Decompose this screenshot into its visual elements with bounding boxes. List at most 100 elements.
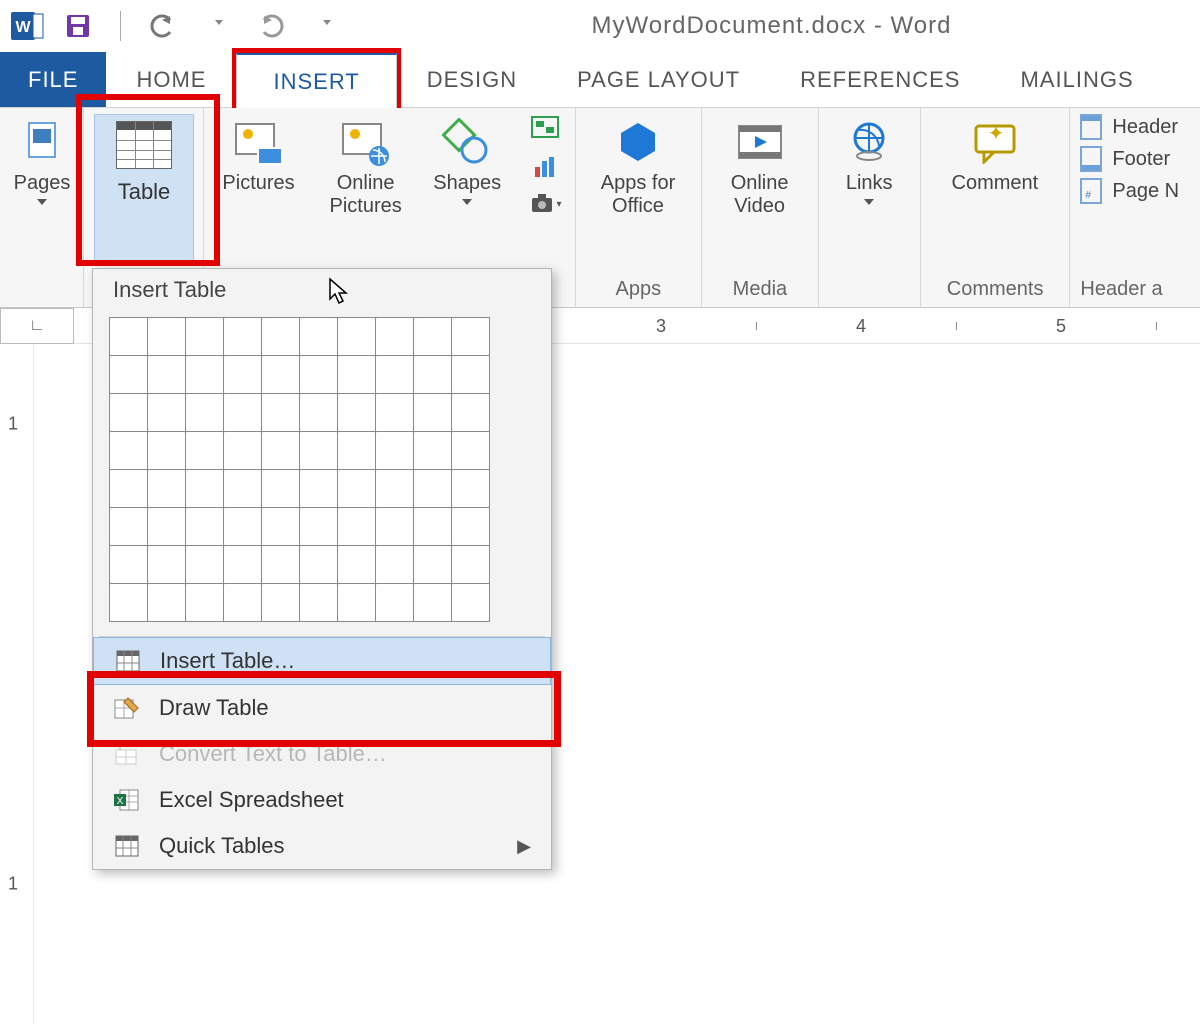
- grid-cell[interactable]: [110, 432, 148, 470]
- grid-cell[interactable]: [148, 508, 186, 546]
- menu-excel-spreadsheet[interactable]: X Excel Spreadsheet: [93, 777, 551, 823]
- comment-button[interactable]: ✦ Comment: [931, 114, 1059, 195]
- grid-cell[interactable]: [262, 432, 300, 470]
- grid-cell[interactable]: [452, 470, 490, 508]
- grid-cell[interactable]: [110, 318, 148, 356]
- grid-cell[interactable]: [148, 546, 186, 584]
- grid-cell[interactable]: [376, 432, 414, 470]
- online-video-button[interactable]: Online Video: [712, 114, 808, 218]
- grid-cell[interactable]: [262, 356, 300, 394]
- grid-cell[interactable]: [338, 508, 376, 546]
- grid-cell[interactable]: [186, 318, 224, 356]
- page-number-button[interactable]: #Page N: [1080, 178, 1190, 204]
- grid-cell[interactable]: [338, 356, 376, 394]
- smartart-button[interactable]: [528, 114, 562, 142]
- shapes-button[interactable]: Shapes: [428, 114, 506, 205]
- grid-cell[interactable]: [148, 584, 186, 622]
- grid-cell[interactable]: [148, 356, 186, 394]
- grid-cell[interactable]: [338, 470, 376, 508]
- grid-cell[interactable]: [224, 470, 262, 508]
- grid-cell[interactable]: [452, 546, 490, 584]
- tab-design[interactable]: DESIGN: [397, 52, 547, 107]
- tab-home[interactable]: HOME: [106, 52, 236, 107]
- grid-cell[interactable]: [110, 508, 148, 546]
- grid-cell[interactable]: [300, 394, 338, 432]
- pages-button[interactable]: Pages: [10, 114, 74, 205]
- grid-cell[interactable]: [262, 584, 300, 622]
- grid-cell[interactable]: [376, 546, 414, 584]
- grid-cell[interactable]: [300, 318, 338, 356]
- table-button[interactable]: Table: [94, 114, 194, 262]
- grid-cell[interactable]: [148, 394, 186, 432]
- grid-cell[interactable]: [262, 508, 300, 546]
- grid-cell[interactable]: [300, 546, 338, 584]
- grid-cell[interactable]: [186, 432, 224, 470]
- grid-cell[interactable]: [300, 432, 338, 470]
- grid-cell[interactable]: [376, 394, 414, 432]
- menu-quick-tables[interactable]: Quick Tables ▶: [93, 823, 551, 869]
- online-pictures-button[interactable]: Online Pictures: [321, 114, 410, 218]
- grid-cell[interactable]: [338, 584, 376, 622]
- grid-cell[interactable]: [224, 356, 262, 394]
- tab-page-layout[interactable]: PAGE LAYOUT: [547, 52, 770, 107]
- grid-cell[interactable]: [262, 546, 300, 584]
- grid-cell[interactable]: [262, 394, 300, 432]
- grid-cell[interactable]: [300, 356, 338, 394]
- grid-cell[interactable]: [376, 508, 414, 546]
- grid-cell[interactable]: [224, 546, 262, 584]
- grid-cell[interactable]: [414, 584, 452, 622]
- grid-cell[interactable]: [414, 508, 452, 546]
- grid-cell[interactable]: [186, 394, 224, 432]
- grid-cell[interactable]: [186, 584, 224, 622]
- grid-cell[interactable]: [338, 432, 376, 470]
- grid-cell[interactable]: [452, 508, 490, 546]
- grid-cell[interactable]: [338, 394, 376, 432]
- menu-draw-table[interactable]: Draw Table: [93, 685, 551, 731]
- grid-cell[interactable]: [300, 508, 338, 546]
- tab-selector[interactable]: ∟: [0, 308, 74, 344]
- grid-cell[interactable]: [414, 546, 452, 584]
- grid-cell[interactable]: [376, 584, 414, 622]
- grid-cell[interactable]: [186, 546, 224, 584]
- vertical-ruler[interactable]: 1 1: [0, 344, 34, 1024]
- grid-cell[interactable]: [300, 470, 338, 508]
- grid-cell[interactable]: [414, 318, 452, 356]
- grid-cell[interactable]: [186, 508, 224, 546]
- table-size-grid[interactable]: [93, 309, 551, 636]
- grid-cell[interactable]: [414, 394, 452, 432]
- grid-cell[interactable]: [414, 356, 452, 394]
- grid-cell[interactable]: [148, 470, 186, 508]
- grid-cell[interactable]: [186, 356, 224, 394]
- grid-cell[interactable]: [110, 394, 148, 432]
- grid-cell[interactable]: [224, 432, 262, 470]
- screenshot-button[interactable]: ▾: [528, 190, 562, 218]
- grid-cell[interactable]: [110, 356, 148, 394]
- grid-cell[interactable]: [452, 584, 490, 622]
- grid-cell[interactable]: [452, 394, 490, 432]
- grid-cell[interactable]: [224, 584, 262, 622]
- header-button[interactable]: Header: [1080, 114, 1190, 140]
- grid-cell[interactable]: [186, 470, 224, 508]
- save-button[interactable]: [60, 8, 96, 44]
- grid-cell[interactable]: [262, 470, 300, 508]
- tab-file[interactable]: FILE: [0, 52, 106, 107]
- grid-cell[interactable]: [148, 318, 186, 356]
- grid-cell[interactable]: [224, 508, 262, 546]
- pictures-button[interactable]: Pictures: [214, 114, 303, 195]
- apps-for-office-button[interactable]: Apps for Office: [586, 114, 690, 218]
- tab-insert[interactable]: INSERT: [236, 53, 396, 108]
- grid-cell[interactable]: [452, 432, 490, 470]
- links-button[interactable]: Links: [829, 114, 909, 205]
- grid-cell[interactable]: [452, 318, 490, 356]
- redo-button[interactable]: [253, 8, 289, 44]
- grid-cell[interactable]: [148, 432, 186, 470]
- undo-button[interactable]: [145, 8, 181, 44]
- grid-cell[interactable]: [110, 470, 148, 508]
- footer-button[interactable]: Footer: [1080, 146, 1190, 172]
- undo-dropdown[interactable]: [199, 8, 235, 44]
- grid-cell[interactable]: [414, 432, 452, 470]
- grid-cell[interactable]: [376, 470, 414, 508]
- grid-cell[interactable]: [300, 584, 338, 622]
- grid-cell[interactable]: [110, 546, 148, 584]
- grid-cell[interactable]: [224, 318, 262, 356]
